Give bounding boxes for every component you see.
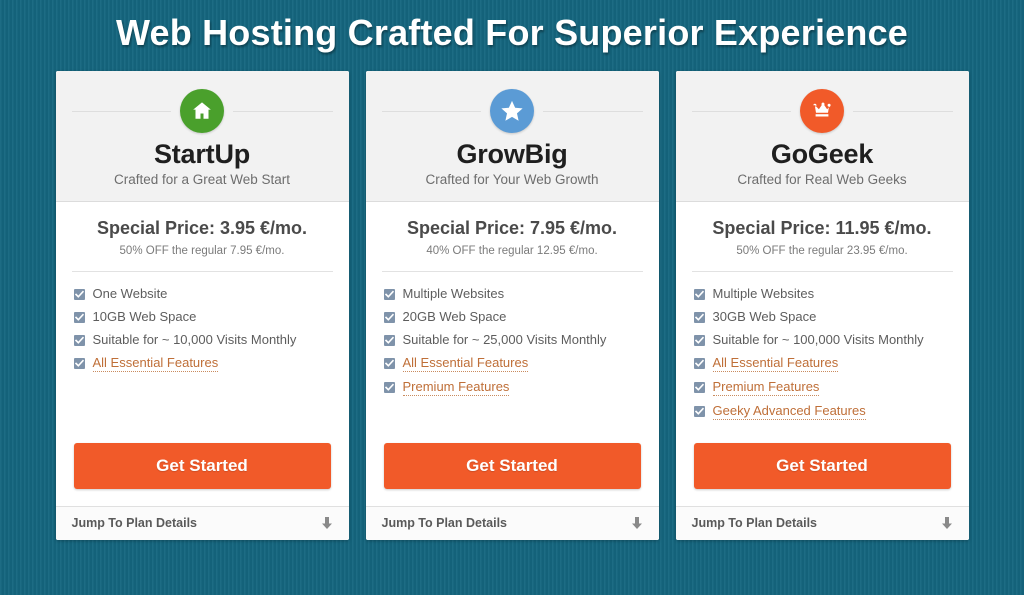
feature-item: All Essential Features [383, 355, 643, 372]
feature-text: Suitable for ~ 25,000 Visits Monthly [402, 332, 607, 347]
feature-item: 30GB Web Space [693, 309, 953, 325]
home-icon [180, 89, 224, 133]
feature-item: Multiple Websites [383, 286, 643, 302]
plan-tagline: Crafted for Real Web Geeks [737, 172, 907, 187]
feature-list: Multiple Websites 20GB Web Space Suitable … [366, 272, 659, 427]
jump-to-plan-details[interactable]: Jump To Plan Details [675, 506, 969, 540]
divider-right [853, 110, 953, 112]
jump-to-plan-details-label: Jump To Plan Details [381, 516, 508, 530]
checkbox-checked-icon [693, 334, 705, 346]
feature-link[interactable]: Geeky Advanced Features [712, 403, 866, 420]
feature-list: Multiple Websites 30GB Web Space Suitable … [676, 272, 969, 427]
plan-header: StartUp Crafted for a Great Web Start [55, 71, 349, 202]
feature-item: Geeky Advanced Features [693, 403, 953, 420]
checkbox-checked-icon [383, 358, 395, 369]
divider-left [691, 110, 791, 112]
feature-item: Suitable for ~ 25,000 Visits Monthly [383, 332, 643, 348]
feature-link[interactable]: Premium Features [402, 379, 510, 396]
checkbox-checked-icon [73, 311, 85, 323]
plan-name: GoGeek [770, 139, 874, 169]
feature-item: Premium Features [693, 379, 953, 396]
jump-to-plan-details-label: Jump To Plan Details [691, 516, 818, 530]
checkbox-checked-icon [693, 311, 705, 323]
plan-header: GrowBig Crafted for Your Web Growth [365, 71, 659, 202]
pricing-plans-row: StartUp Crafted for a Great Web Start Spec… [0, 71, 1024, 540]
jump-to-plan-details[interactable]: Jump To Plan Details [365, 506, 659, 540]
feature-text: One Website [92, 286, 168, 301]
regular-price-note: 40% OFF the regular 12.95 €/mo. [426, 245, 598, 257]
feature-link[interactable]: All Essential Features [92, 355, 219, 372]
get-started-button[interactable]: Get Started [383, 443, 641, 489]
checkbox-checked-icon [73, 334, 85, 346]
jump-to-plan-details-label: Jump To Plan Details [71, 516, 198, 530]
page-title: Web Hosting Crafted For Superior Experie… [115, 12, 909, 53]
feature-text: Multiple Websites [712, 286, 815, 301]
feature-text: 10GB Web Space [92, 309, 197, 324]
checkbox-checked-icon [693, 382, 705, 393]
price-block: Special Price: 11.95 €/mo. 50% OFF the re… [676, 202, 969, 257]
divider-left [381, 110, 481, 112]
feature-text: 30GB Web Space [712, 309, 817, 324]
feature-link[interactable]: All Essential Features [712, 355, 839, 372]
feature-item: 20GB Web Space [383, 309, 643, 325]
get-started-button[interactable]: Get Started [693, 443, 951, 489]
checkbox-checked-icon [73, 358, 85, 369]
cta-wrapper: Get Started [676, 427, 969, 506]
feature-item: Suitable for ~ 100,000 Visits Monthly [693, 332, 953, 348]
feature-item: Multiple Websites [693, 286, 953, 302]
feature-item: Suitable for ~ 10,000 Visits Monthly [73, 332, 333, 348]
feature-text: Multiple Websites [402, 286, 505, 301]
cta-wrapper: Get Started [366, 427, 659, 506]
regular-price-note: 50% OFF the regular 23.95 €/mo. [736, 245, 908, 257]
checkbox-checked-icon [383, 311, 395, 323]
feature-item: One Website [73, 286, 333, 302]
checkbox-checked-icon [693, 288, 705, 300]
arrow-down-icon [631, 516, 643, 530]
feature-item: All Essential Features [693, 355, 953, 372]
feature-text: Suitable for ~ 10,000 Visits Monthly [92, 332, 297, 347]
feature-item: All Essential Features [73, 355, 333, 372]
feature-item: 10GB Web Space [73, 309, 333, 325]
plan-card-startup: StartUp Crafted for a Great Web Start Spec… [55, 71, 349, 540]
regular-price-note: 50% OFF the regular 7.95 €/mo. [119, 245, 285, 257]
plan-icon-row [691, 89, 953, 133]
crown-icon [800, 89, 844, 133]
jump-to-plan-details[interactable]: Jump To Plan Details [55, 506, 349, 540]
feature-text: Suitable for ~ 100,000 Visits Monthly [712, 332, 924, 347]
checkbox-checked-icon [693, 358, 705, 369]
get-started-button[interactable]: Get Started [73, 443, 331, 489]
feature-link[interactable]: Premium Features [712, 379, 820, 396]
feature-text: 20GB Web Space [402, 309, 507, 324]
cta-wrapper: Get Started [56, 427, 349, 506]
checkbox-checked-icon [693, 406, 705, 417]
special-price: Special Price: 11.95 €/mo. [712, 218, 932, 238]
plan-card-growbig: GrowBig Crafted for Your Web Growth Specia… [365, 71, 659, 540]
plan-tagline: Crafted for Your Web Growth [425, 172, 599, 187]
plan-name: GrowBig [456, 139, 568, 169]
checkbox-checked-icon [73, 288, 85, 300]
price-block: Special Price: 3.95 €/mo. 50% OFF the reg… [56, 202, 349, 257]
special-price: Special Price: 3.95 €/mo. [96, 218, 308, 238]
plan-card-gogeek: GoGeek Crafted for Real Web Geeks Special … [675, 71, 969, 540]
arrow-down-icon [321, 516, 333, 530]
checkbox-checked-icon [383, 288, 395, 300]
special-price: Special Price: 7.95 €/mo. [406, 218, 618, 238]
feature-list: One Website 10GB Web Space Suitable for ~ … [56, 272, 349, 427]
divider-left [71, 110, 171, 112]
plan-name: StartUp [153, 139, 251, 169]
plan-header: GoGeek Crafted for Real Web Geeks [675, 71, 969, 202]
price-block: Special Price: 7.95 €/mo. 40% OFF the reg… [366, 202, 659, 257]
star-icon [490, 89, 534, 133]
divider-right [233, 110, 333, 112]
checkbox-checked-icon [383, 382, 395, 393]
arrow-down-icon [941, 516, 953, 530]
feature-item: Premium Features [383, 379, 643, 396]
checkbox-checked-icon [383, 334, 395, 346]
divider-right [543, 110, 643, 112]
plan-icon-row [381, 89, 643, 133]
plan-tagline: Crafted for a Great Web Start [113, 172, 291, 187]
feature-link[interactable]: All Essential Features [402, 355, 529, 372]
plan-icon-row [71, 89, 333, 133]
